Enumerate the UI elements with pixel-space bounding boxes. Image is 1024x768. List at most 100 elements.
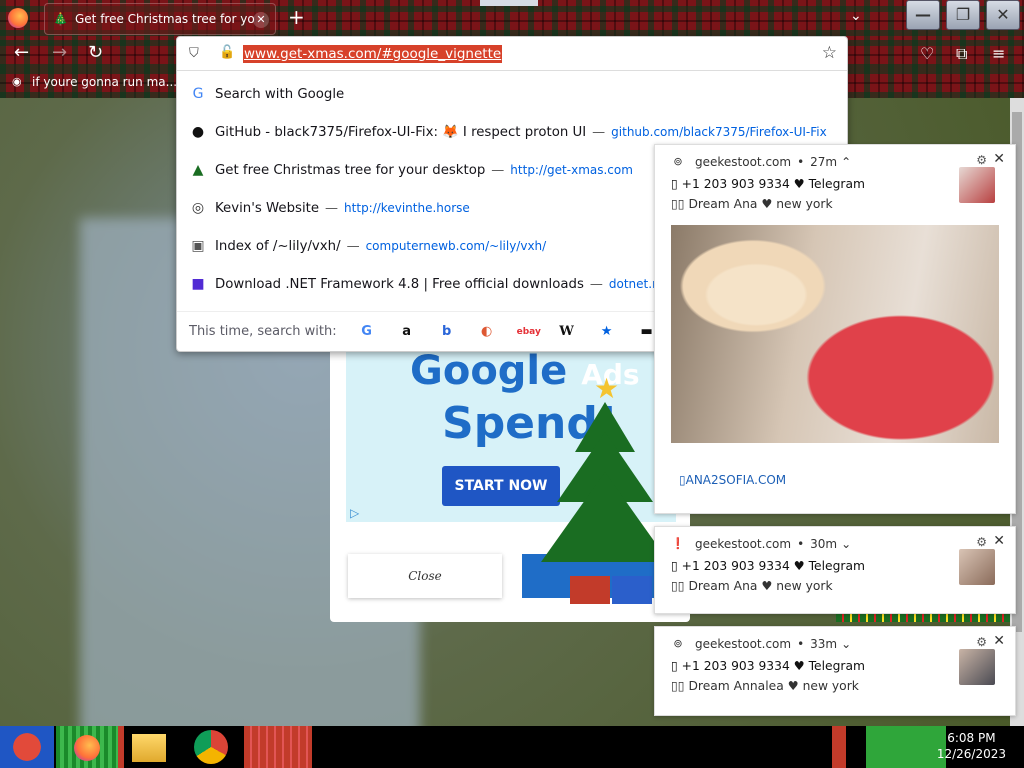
bookmark-label: if youre gonna run ma... — [32, 75, 178, 89]
notification-body: ▯▯ Dream Ana ♥ new york — [671, 579, 833, 593]
github-icon: ● — [191, 124, 205, 140]
notification-body: ▯▯ Dream Ana ♥ new york — [671, 197, 833, 211]
amazon-engine-icon[interactable]: a — [397, 322, 417, 342]
new-tab-button[interactable]: + — [288, 6, 305, 28]
taskbar: 6:08 PM 12/26/2023 — [0, 726, 1024, 768]
suggestion-url: http://get-xmas.com — [510, 163, 633, 177]
url-input[interactable]: www.get-xmas.com/#google_vignette — [243, 45, 503, 63]
bing-engine-icon[interactable]: b — [437, 322, 457, 342]
bookmark-item[interactable]: ◉ if youre gonna run ma... — [12, 75, 177, 89]
tree-layer — [541, 472, 669, 562]
bookmarks-engine-icon[interactable]: ★ — [597, 322, 617, 342]
separator: • — [797, 637, 805, 651]
wikipedia-engine-icon[interactable]: W — [557, 322, 577, 342]
tab-close-icon[interactable]: ✕ — [253, 12, 269, 28]
notification-thumbnail — [959, 649, 995, 685]
separator: • — [797, 155, 805, 169]
close-icon[interactable]: ✕ — [993, 533, 1005, 549]
notification-1[interactable]: ⊚ geekestoot.com • 27m ⌃ ⚙ ✕ ▯ +1 203 90… — [654, 144, 1016, 514]
suggestion-url: http://kevinthe.horse — [344, 201, 470, 215]
tab-bar: 🎄 Get free Christmas tree for your de ✕ … — [0, 0, 1024, 36]
urlbar[interactable]: ⛉ 🔓 www.get-xmas.com/#google_vignette ☆ — [177, 37, 847, 71]
suggestion-dash: — — [346, 238, 360, 254]
extensions-icon[interactable]: ⧉ — [956, 44, 967, 64]
xmas-tree-icon: ▲ — [192, 162, 204, 178]
alert-icon: ❗ — [671, 537, 685, 550]
chevron-down-icon[interactable]: ⌄ — [841, 637, 851, 651]
notification-time: 30m — [810, 537, 838, 551]
fingerprint-icon: ⊚ — [673, 155, 683, 168]
duckduckgo-engine-icon[interactable]: ◐ — [477, 322, 497, 342]
title-strip — [480, 0, 538, 6]
gear-icon[interactable]: ⚙ — [976, 153, 987, 167]
suggestion-title: GitHub - black7375/Firefox-UI-Fix: 🦊 I r… — [215, 124, 587, 140]
suggestion-row[interactable]: G Search with Google — [177, 75, 847, 113]
notification-3[interactable]: ⊚ geekestoot.com • 33m ⌄ ⚙ ✕ ▯ +1 203 90… — [654, 626, 1016, 716]
notification-body: ▯▯ Dream Annalea ♥ new york — [671, 679, 859, 693]
separator: • — [797, 537, 805, 551]
taskbar-item[interactable] — [244, 726, 312, 768]
gift-icon — [570, 576, 610, 604]
taskbar-divider — [832, 726, 846, 768]
dotnet-icon: ■ — [191, 276, 205, 292]
list-all-tabs-button[interactable]: ⌄ — [850, 8, 862, 24]
notification-time: 33m — [810, 637, 838, 651]
notification-header: ⊚ geekestoot.com • 27m ⌃ — [671, 155, 851, 169]
close-window-button[interactable]: ✕ — [986, 0, 1020, 30]
notification-site[interactable]: ▯ANA2SOFIA.COM — [679, 473, 786, 487]
suggestion-dash: — — [589, 276, 603, 292]
google-icon: G — [192, 86, 204, 102]
suggestion-title: Download .NET Framework 4.8 | Free offic… — [215, 276, 584, 292]
tab-title: Get free Christmas tree for your de — [75, 12, 255, 26]
chevron-down-icon[interactable]: ⌄ — [841, 537, 851, 551]
google-engine-icon[interactable]: G — [357, 322, 377, 342]
close-icon[interactable]: ✕ — [993, 151, 1005, 167]
system-tray[interactable] — [866, 726, 946, 768]
notification-time: 27m — [810, 155, 838, 169]
notification-2[interactable]: ❗ geekestoot.com • 30m ⌄ ⚙ ✕ ▯ +1 203 90… — [654, 526, 1016, 614]
notification-thumbnail — [959, 549, 995, 585]
back-button[interactable]: ← — [14, 44, 29, 62]
notification-header: ❗ geekestoot.com • 30m ⌄ — [671, 537, 851, 551]
chevron-up-icon[interactable]: ⌃ — [841, 155, 851, 169]
clock[interactable]: 6:08 PM 12/26/2023 — [937, 730, 1006, 762]
file-explorer-icon[interactable] — [132, 734, 166, 762]
gift-icon — [612, 576, 652, 604]
restore-button[interactable]: ❐ — [946, 0, 980, 30]
firefox-icon[interactable] — [8, 8, 28, 28]
firefox-icon — [74, 735, 100, 761]
suggestion-title: Index of /~lily/vxh/ — [215, 238, 341, 254]
suggestion-title: Search with Google — [215, 86, 345, 102]
forward-button[interactable]: → — [52, 44, 67, 62]
minimize-button[interactable]: — — [906, 0, 940, 30]
bookmark-star-icon[interactable]: ☆ — [822, 43, 837, 63]
tab-active[interactable]: 🎄 Get free Christmas tree for your de ✕ — [44, 3, 276, 35]
insecure-lock-icon[interactable]: 🔓 — [219, 45, 235, 60]
notification-source: geekestoot.com — [695, 155, 792, 169]
notification-source: geekestoot.com — [695, 537, 792, 551]
close-icon[interactable]: ✕ — [993, 633, 1005, 649]
notification-thumbnail — [959, 167, 995, 203]
notification-source: geekestoot.com — [695, 637, 792, 651]
reload-button[interactable]: ↻ — [88, 44, 103, 62]
ebay-engine-icon[interactable]: ebay — [517, 322, 541, 342]
suggestion-url: computernewb.com/~lily/vxh/ — [365, 239, 547, 253]
tracking-protection-shield-icon[interactable]: ⛉ — [189, 46, 199, 61]
gear-icon[interactable]: ⚙ — [976, 535, 987, 549]
tree-star-icon: ★ — [594, 372, 620, 405]
folder-computer-icon: ▣ — [191, 238, 205, 254]
gear-icon[interactable]: ⚙ — [976, 635, 987, 649]
ad-close-button[interactable]: Close — [348, 554, 502, 598]
menu-icon[interactable]: ≡ — [992, 44, 1005, 63]
firefox-taskbar-icon[interactable] — [56, 726, 118, 768]
chrome-icon[interactable] — [194, 730, 228, 764]
notification-title: ▯ +1 203 903 9334 ♥ Telegram — [671, 177, 865, 191]
adchoices-icon[interactable]: ▷ — [350, 506, 359, 520]
fingerprint-icon: ⊚ — [673, 637, 683, 650]
bookmark-favicon-icon: ◉ — [12, 75, 22, 88]
pocket-icon[interactable]: ♡ — [920, 44, 934, 63]
suggestion-url: github.com/black7375/Firefox-UI-Fix — [611, 125, 827, 139]
start-button-santa-icon[interactable] — [0, 726, 54, 768]
notification-title: ▯ +1 203 903 9334 ♥ Telegram — [671, 659, 865, 673]
search-with-label: This time, search with: — [189, 324, 337, 339]
